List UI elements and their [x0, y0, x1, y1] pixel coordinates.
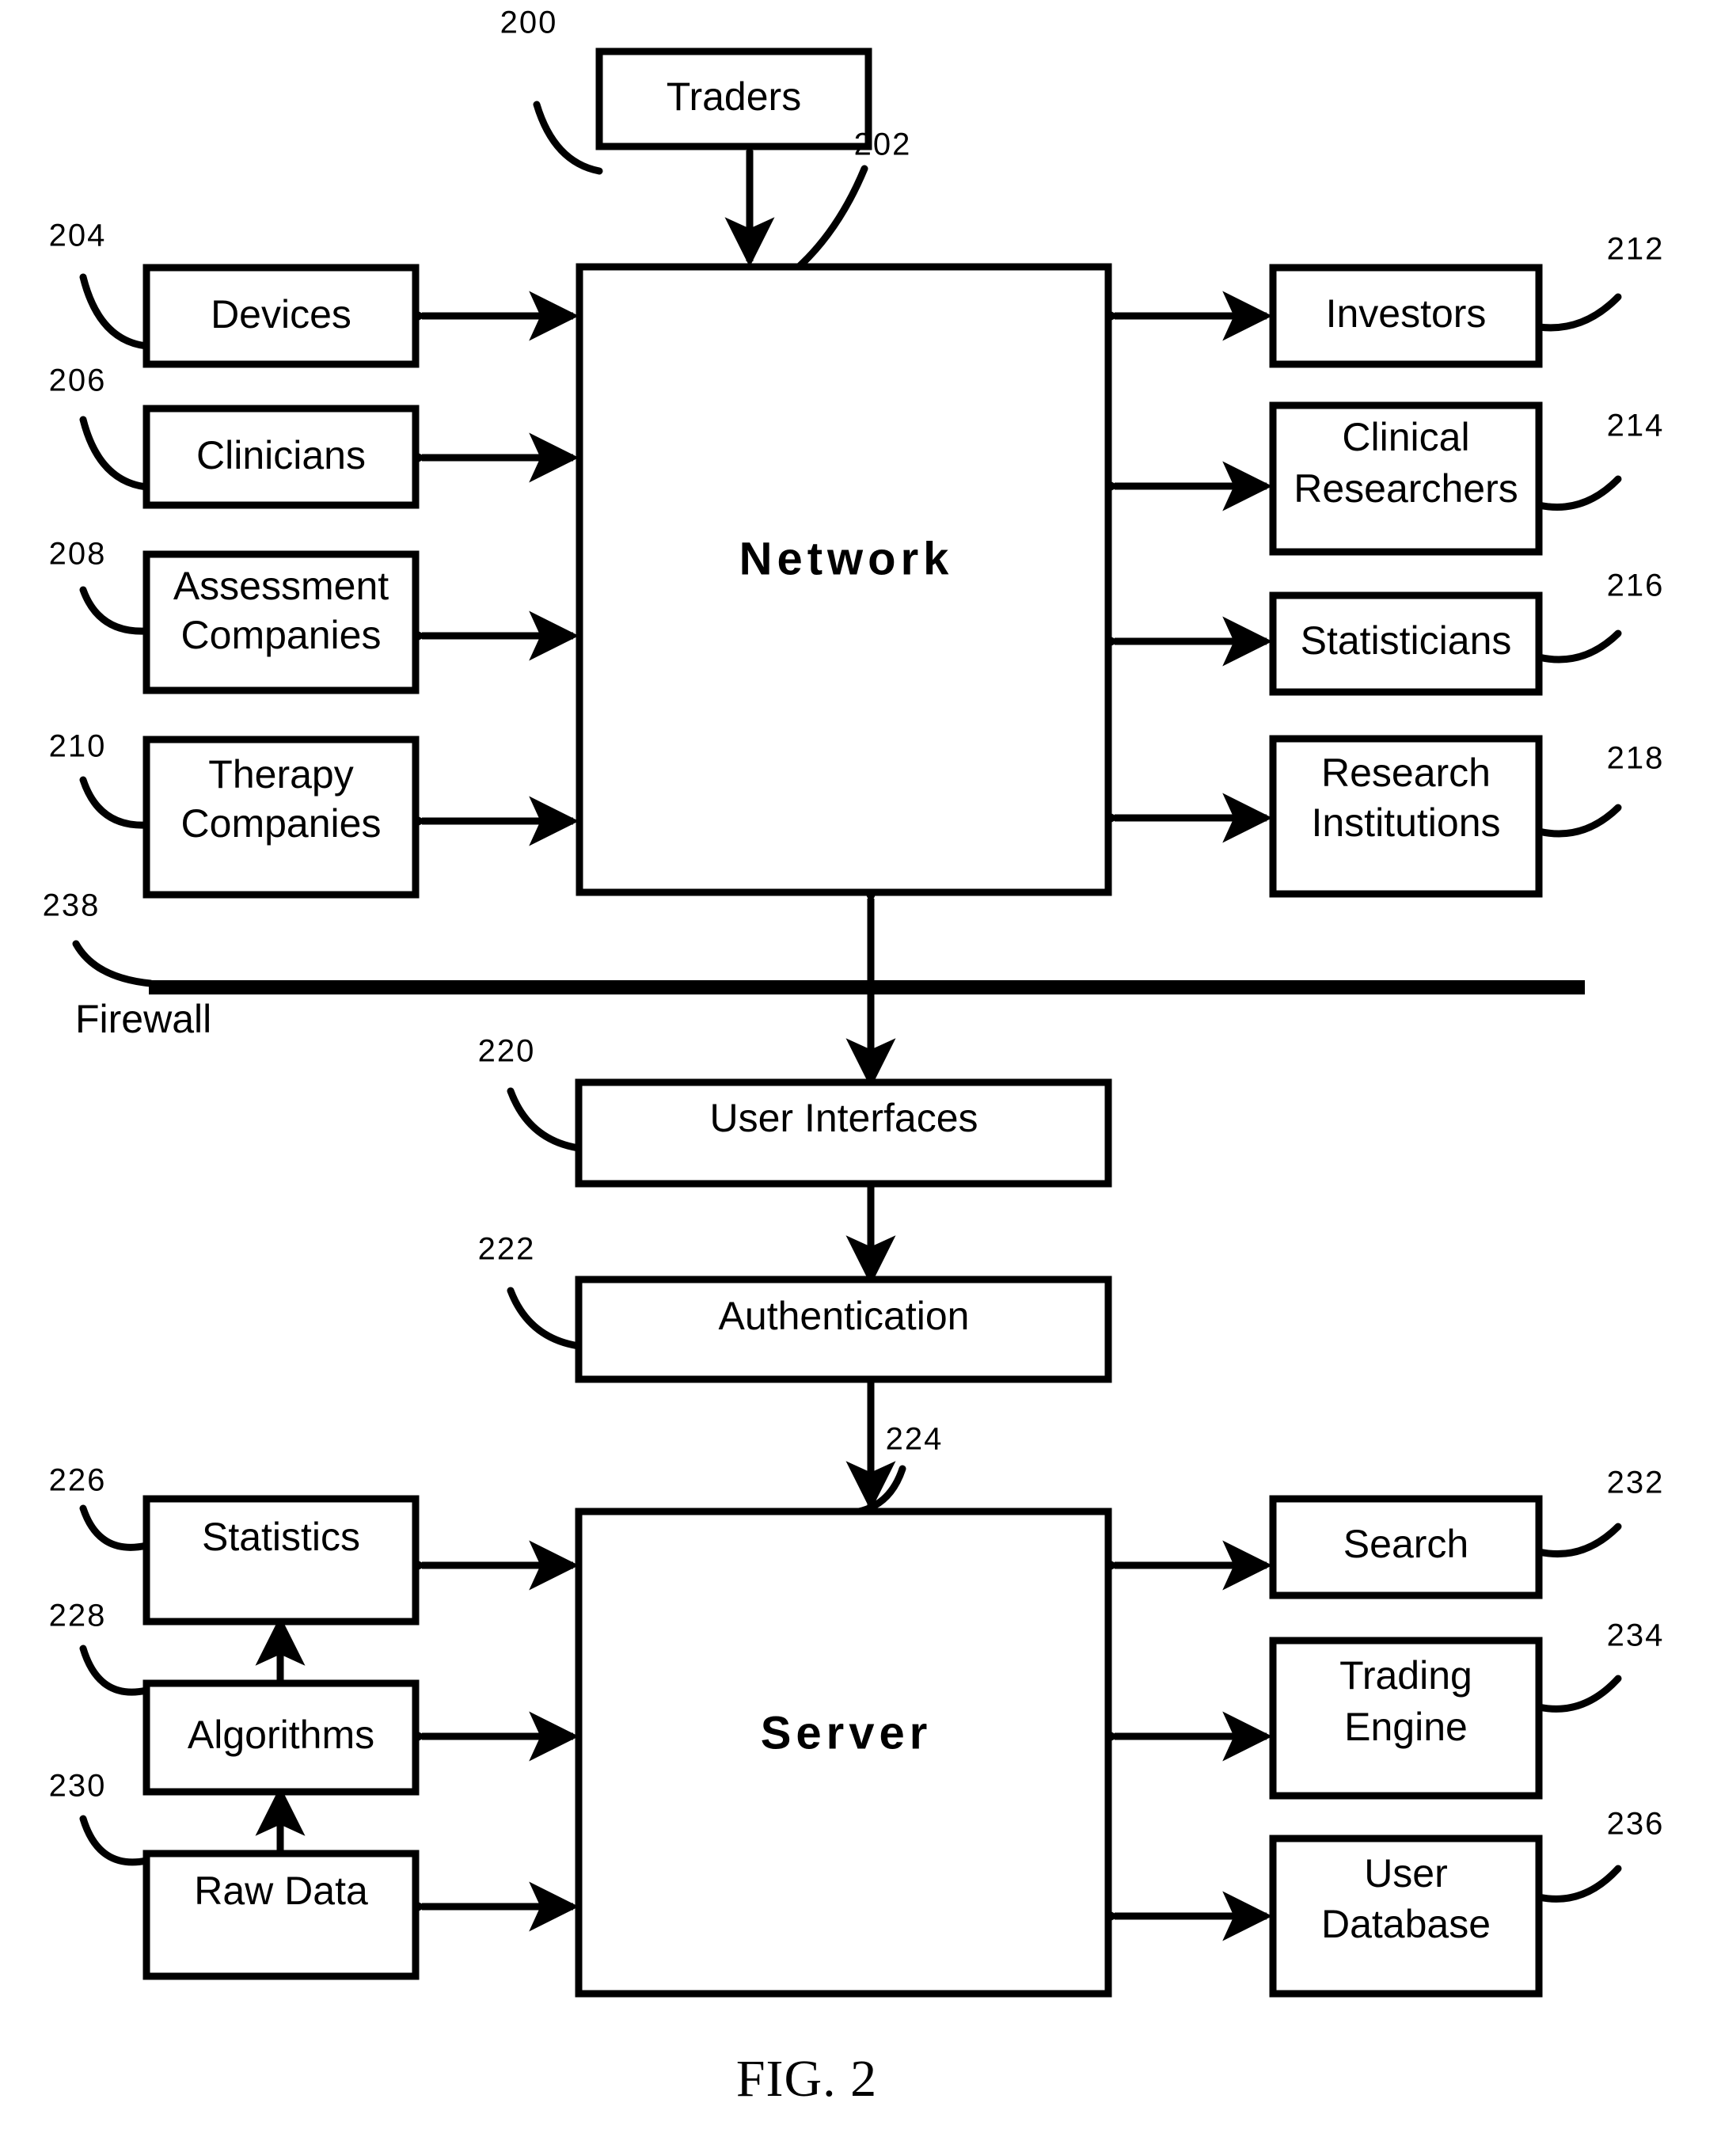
node-search[interactable]: Search	[1269, 1495, 1543, 1599]
node-therapy-companies-label-line2: Companies	[181, 801, 382, 846]
node-statistics[interactable]: Statistics	[142, 1495, 420, 1626]
node-traders-label: Traders	[667, 74, 801, 119]
leader-208	[79, 586, 150, 635]
node-traders[interactable]: Traders	[595, 48, 872, 150]
node-search-label: Search	[1343, 1522, 1468, 1566]
patent-figure: Traders Network Devices Clinicians Asses…	[0, 0, 1721, 2156]
node-assessment-companies-label-line1: Assessment	[173, 564, 389, 608]
firewall-bar	[149, 980, 1585, 994]
node-network[interactable]: Network	[576, 263, 1112, 896]
leader-200	[533, 101, 603, 175]
leader-232	[1535, 1523, 1622, 1558]
node-research-institutions-label-line1: Research	[1321, 751, 1491, 795]
node-user-interfaces-label: User Interfaces	[709, 1096, 978, 1140]
firewall-label: Firewall	[75, 997, 211, 1041]
node-devices[interactable]: Devices	[142, 264, 420, 368]
node-algorithms[interactable]: Algorithms	[142, 1679, 420, 1796]
ref-num-234: 234	[1607, 1618, 1665, 1653]
node-clinical-researchers-label-line2: Researchers	[1294, 466, 1518, 511]
node-server[interactable]: Server	[575, 1508, 1112, 1998]
ref-num-220: 220	[478, 1034, 536, 1069]
node-algorithms-label: Algorithms	[188, 1713, 374, 1757]
ref-num-238: 238	[43, 888, 101, 923]
node-assessment-companies-label-line2: Companies	[181, 613, 382, 657]
ref-num-224: 224	[886, 1422, 944, 1457]
leader-210	[79, 776, 150, 829]
leader-216	[1535, 629, 1622, 664]
node-raw-data-label: Raw Data	[194, 1869, 368, 1913]
leader-226	[79, 1504, 150, 1551]
node-trading-engine-label-line1: Trading	[1339, 1653, 1472, 1698]
node-user-database[interactable]: User Database	[1269, 1835, 1543, 1998]
node-assessment-companies[interactable]: Assessment Companies	[142, 550, 420, 694]
leader-214	[1535, 475, 1622, 511]
node-trading-engine[interactable]: Trading Engine	[1269, 1637, 1543, 1800]
leader-206	[79, 416, 150, 491]
ref-num-216: 216	[1607, 568, 1665, 603]
ref-num-210: 210	[49, 729, 107, 764]
node-clinical-researchers-label-line1: Clinical	[1342, 415, 1469, 459]
node-therapy-companies-label-line1: Therapy	[208, 752, 353, 797]
node-statisticians-label: Statisticians	[1301, 618, 1512, 663]
node-clinicians-label: Clinicians	[196, 433, 366, 477]
node-devices-label: Devices	[211, 292, 351, 337]
node-research-institutions[interactable]: Research Institutions	[1269, 735, 1543, 898]
leader-204	[79, 273, 150, 350]
ref-num-204: 204	[49, 219, 107, 253]
ref-num-222: 222	[478, 1232, 536, 1267]
node-raw-data[interactable]: Raw Data	[142, 1850, 420, 1980]
node-investors[interactable]: Investors	[1269, 264, 1543, 368]
figure-canvas: Traders Network Devices Clinicians Asses…	[43, 6, 1665, 2108]
node-authentication[interactable]: Authentication	[575, 1276, 1112, 1383]
node-research-institutions-label-line2: Institutions	[1311, 800, 1500, 845]
ref-num-230: 230	[49, 1769, 107, 1804]
ref-num-200: 200	[500, 6, 558, 40]
ref-num-208: 208	[49, 537, 107, 572]
leader-220	[507, 1087, 583, 1152]
ref-num-206: 206	[49, 363, 107, 398]
ref-num-228: 228	[49, 1599, 107, 1633]
node-user-database-label-line2: Database	[1321, 1902, 1491, 1946]
ref-num-232: 232	[1607, 1466, 1665, 1500]
leader-224	[855, 1465, 906, 1515]
ref-num-226: 226	[49, 1463, 107, 1498]
node-therapy-companies[interactable]: Therapy Companies	[142, 736, 420, 899]
ref-num-214: 214	[1607, 409, 1665, 443]
node-clinicians[interactable]: Clinicians	[142, 405, 420, 509]
node-authentication-label: Authentication	[719, 1294, 970, 1338]
leader-238	[72, 940, 154, 987]
leader-234	[1535, 1675, 1622, 1713]
leader-218	[1535, 804, 1622, 838]
leader-222	[507, 1287, 583, 1350]
node-trading-engine-label-line2: Engine	[1344, 1705, 1468, 1749]
node-statisticians[interactable]: Statisticians	[1269, 591, 1543, 696]
node-network-label: Network	[739, 533, 954, 584]
ref-num-218: 218	[1607, 741, 1665, 776]
node-investors-label: Investors	[1326, 291, 1487, 336]
leader-230	[79, 1815, 150, 1866]
ref-num-236: 236	[1607, 1807, 1665, 1842]
leader-228	[79, 1645, 150, 1696]
node-statistics-label: Statistics	[202, 1515, 360, 1559]
ref-num-202: 202	[854, 127, 912, 162]
node-server-label: Server	[761, 1707, 933, 1759]
leader-236	[1535, 1865, 1622, 1903]
leader-202	[795, 165, 868, 271]
node-user-interfaces[interactable]: User Interfaces	[575, 1078, 1112, 1188]
node-user-database-label-line1: User	[1364, 1851, 1448, 1896]
ref-num-212: 212	[1607, 232, 1665, 267]
figure-caption: FIG. 2	[736, 2050, 877, 2108]
leader-212	[1535, 293, 1622, 332]
node-clinical-researchers[interactable]: Clinical Researchers	[1269, 401, 1543, 556]
